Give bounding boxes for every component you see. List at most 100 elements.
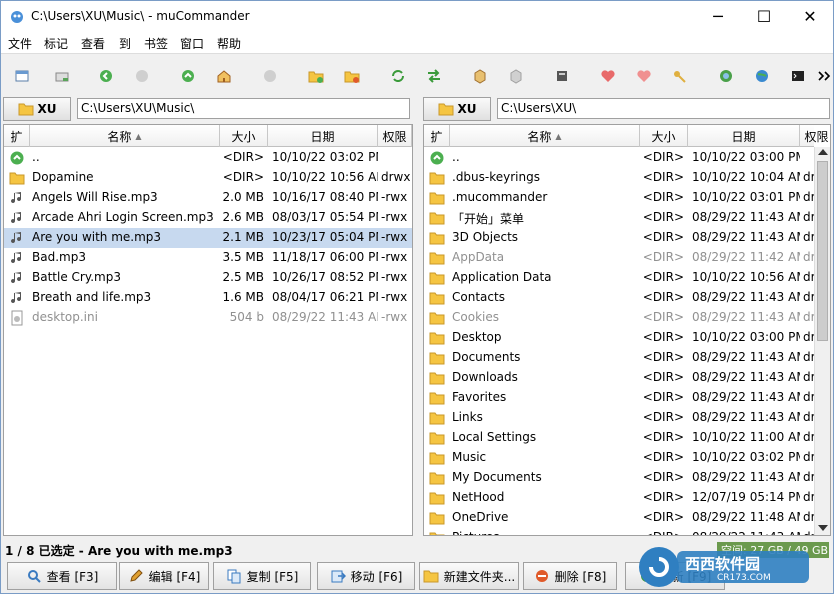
- table-row[interactable]: NetHood<DIR>12/07/19 05:14 PMdrwx: [424, 488, 830, 508]
- overflow-icon[interactable]: [815, 67, 833, 85]
- table-row[interactable]: Are you with me.mp3 2.1 MB 10/23/17 05:04 …: [4, 228, 412, 248]
- maximize-button[interactable]: ☐: [741, 1, 787, 32]
- table-row[interactable]: .dbus-keyrings<DIR>10/10/22 10:04 AMdrwx: [424, 168, 830, 188]
- scroll-up-icon[interactable]: [818, 149, 828, 155]
- menu-go[interactable]: 到: [119, 35, 131, 52]
- menu-window[interactable]: 窗口: [180, 35, 204, 52]
- edit-bookmarks-icon[interactable]: [343, 67, 361, 85]
- table-row[interactable]: Documents<DIR>08/29/22 11:43 AMdrwx: [424, 348, 830, 368]
- refresh-icon[interactable]: [389, 67, 407, 85]
- cell-name: .dbus-keyrings: [452, 170, 540, 184]
- left-drive-button[interactable]: XU: [3, 97, 71, 121]
- key-icon[interactable]: [671, 67, 689, 85]
- back-icon[interactable]: [97, 67, 115, 85]
- cell-size: 2.5 MB: [222, 270, 264, 284]
- left-column-size-label: 大小: [231, 129, 256, 144]
- table-row[interactable]: .. <DIR> 10/10/22 03:00 PM: [424, 148, 830, 168]
- table-row[interactable]: AppData<DIR>08/29/22 11:42 AMdrwx: [424, 248, 830, 268]
- copy-button[interactable]: 复制 [F5]: [213, 562, 311, 590]
- left-column-perm[interactable]: 权限: [378, 125, 412, 147]
- right-column-size[interactable]: 大小: [640, 125, 688, 147]
- left-column-size[interactable]: 大小: [220, 125, 268, 147]
- window-title: C:\Users\XU\Music\ - muCommander: [31, 9, 250, 23]
- cell-date: 08/29/22 11:48 AM: [692, 510, 800, 524]
- parent-folder-icon[interactable]: [179, 67, 197, 85]
- table-row[interactable]: Local Settings<DIR>10/10/22 11:00 AMdrwx: [424, 428, 830, 448]
- home-icon[interactable]: [215, 67, 233, 85]
- left-file-table[interactable]: 扩名称 ▲ 大小 日期 权限.. <DIR> 10/10/22 03:02 PM Dopami…: [3, 124, 413, 536]
- table-row[interactable]: Contacts<DIR>08/29/22 11:43 AMdrwx: [424, 288, 830, 308]
- table-row[interactable]: Arcade Ahri Login Screen.mp3 2.6 MB 08/03/…: [4, 208, 412, 228]
- left-path-input[interactable]: C:\Users\XU\Music\: [77, 98, 410, 119]
- swap-panels-icon[interactable]: [425, 67, 443, 85]
- table-row[interactable]: 「开始」菜单<DIR>08/29/22 11:43 AMdrwx: [424, 208, 830, 228]
- table-row[interactable]: Bad.mp3 3.5 MB 11/18/17 06:00 PM -rwx: [4, 248, 412, 268]
- add-bookmark-icon[interactable]: [307, 67, 325, 85]
- table-row[interactable]: Desktop<DIR>10/10/22 03:00 PMdrwx: [424, 328, 830, 348]
- table-row[interactable]: desktop.ini 504 b 08/29/22 11:43 AM -rwx: [4, 308, 412, 328]
- left-column-date[interactable]: 日期: [268, 125, 378, 147]
- minimize-button[interactable]: ─: [695, 1, 741, 32]
- network-icon[interactable]: [717, 67, 735, 85]
- forward-icon[interactable]: [133, 67, 151, 85]
- menu-bookmarks[interactable]: 书签: [144, 35, 168, 52]
- server-connect-icon[interactable]: [553, 67, 571, 85]
- right-column-date[interactable]: 日期: [688, 125, 800, 147]
- table-row[interactable]: Downloads<DIR>08/29/22 11:43 AMdrwx: [424, 368, 830, 388]
- menu-file[interactable]: 文件: [8, 35, 32, 52]
- table-row[interactable]: Breath and life.mp3 1.6 MB 08/04/17 06:21 …: [4, 288, 412, 308]
- table-row[interactable]: Favorites<DIR>08/29/22 11:43 AMdrwx: [424, 388, 830, 408]
- new-tab-icon[interactable]: [53, 67, 71, 85]
- terminal-icon[interactable]: [789, 67, 807, 85]
- cell-size: <DIR>: [642, 330, 684, 344]
- cell-date: 08/29/22 11:43 AM: [692, 390, 800, 404]
- delete-button[interactable]: 删除 [F8]: [523, 562, 617, 590]
- cell-name: Downloads: [452, 370, 518, 384]
- move-button[interactable]: 移动 [F6]: [317, 562, 415, 590]
- table-row[interactable]: Pictures<DIR>08/29/22 11:43 AMdrwx: [424, 528, 830, 535]
- close-button[interactable]: ✕: [787, 1, 833, 32]
- table-row[interactable]: Cookies<DIR>08/29/22 11:43 AMdrwx: [424, 308, 830, 328]
- table-row[interactable]: .mucommander<DIR>10/10/22 03:01 PMdrwx: [424, 188, 830, 208]
- scrollbar-thumb[interactable]: [817, 161, 828, 341]
- new-window-icon[interactable]: [13, 67, 31, 85]
- edit-button[interactable]: 编辑 [F4]: [119, 562, 209, 590]
- right-column-name[interactable]: 名称 ▲: [450, 125, 640, 147]
- menu-bar: 文件 标记 查看 到 书签 窗口 帮助: [1, 32, 833, 54]
- table-row[interactable]: Dopamine <DIR> 10/10/22 10:56 AM drwx: [4, 168, 412, 188]
- table-row[interactable]: Battle Cry.mp3 2.5 MB 10/26/17 08:52 PM -rw…: [4, 268, 412, 288]
- table-row[interactable]: .. <DIR> 10/10/22 03:02 PM: [4, 148, 412, 168]
- stop-icon[interactable]: [261, 67, 279, 85]
- table-row[interactable]: Music<DIR>10/10/22 03:02 PMdrwx: [424, 448, 830, 468]
- table-row[interactable]: Application Data<DIR>10/10/22 10:56 AMdr…: [424, 268, 830, 288]
- scroll-down-icon[interactable]: [818, 525, 828, 531]
- globe-icon[interactable]: [753, 67, 771, 85]
- left-column-ext[interactable]: 扩: [4, 125, 30, 147]
- table-row[interactable]: My Documents<DIR>08/29/22 11:43 AMdrwx: [424, 468, 830, 488]
- right-path-input[interactable]: C:\Users\XU\: [497, 98, 830, 119]
- table-row[interactable]: Angels Will Rise.mp3 2.0 MB 10/16/17 08:40…: [4, 188, 412, 208]
- view-button[interactable]: 查看 [F3]: [7, 562, 117, 590]
- table-row[interactable]: 3D Objects<DIR>08/29/22 11:43 AMdrwx: [424, 228, 830, 248]
- right-column-perm[interactable]: 权限: [800, 125, 830, 147]
- right-file-table[interactable]: 扩名称 ▲ 大小 日期 权限.. <DIR> 10/10/22 03:00 PM .dbus-…: [423, 124, 831, 536]
- menu-mark[interactable]: 标记: [44, 35, 68, 52]
- left-column-name[interactable]: 名称 ▲: [30, 125, 220, 147]
- cell-name: 3D Objects: [452, 230, 519, 244]
- right-drive-button[interactable]: XU: [423, 97, 491, 121]
- table-row[interactable]: Links<DIR>08/29/22 11:43 AMdrwx: [424, 408, 830, 428]
- menu-help[interactable]: 帮助: [217, 35, 241, 52]
- pack-icon[interactable]: [471, 67, 489, 85]
- favorite-icon[interactable]: [635, 67, 653, 85]
- new-folder-button[interactable]: 新建文件夹...: [419, 562, 519, 590]
- folder-icon: [429, 250, 445, 266]
- cell-date: 08/29/22 11:43 AM: [692, 470, 800, 484]
- right-vertical-scrollbar[interactable]: [814, 147, 830, 535]
- menu-view[interactable]: 查看: [81, 35, 105, 52]
- table-row[interactable]: OneDrive<DIR>08/29/22 11:48 AMdrwx: [424, 508, 830, 528]
- folder-icon: [429, 390, 445, 406]
- unpack-icon[interactable]: [507, 67, 525, 85]
- right-column-ext[interactable]: 扩: [424, 125, 450, 147]
- favorite-add-icon[interactable]: [599, 67, 617, 85]
- cell-date: 12/07/19 05:14 PM: [692, 490, 800, 504]
